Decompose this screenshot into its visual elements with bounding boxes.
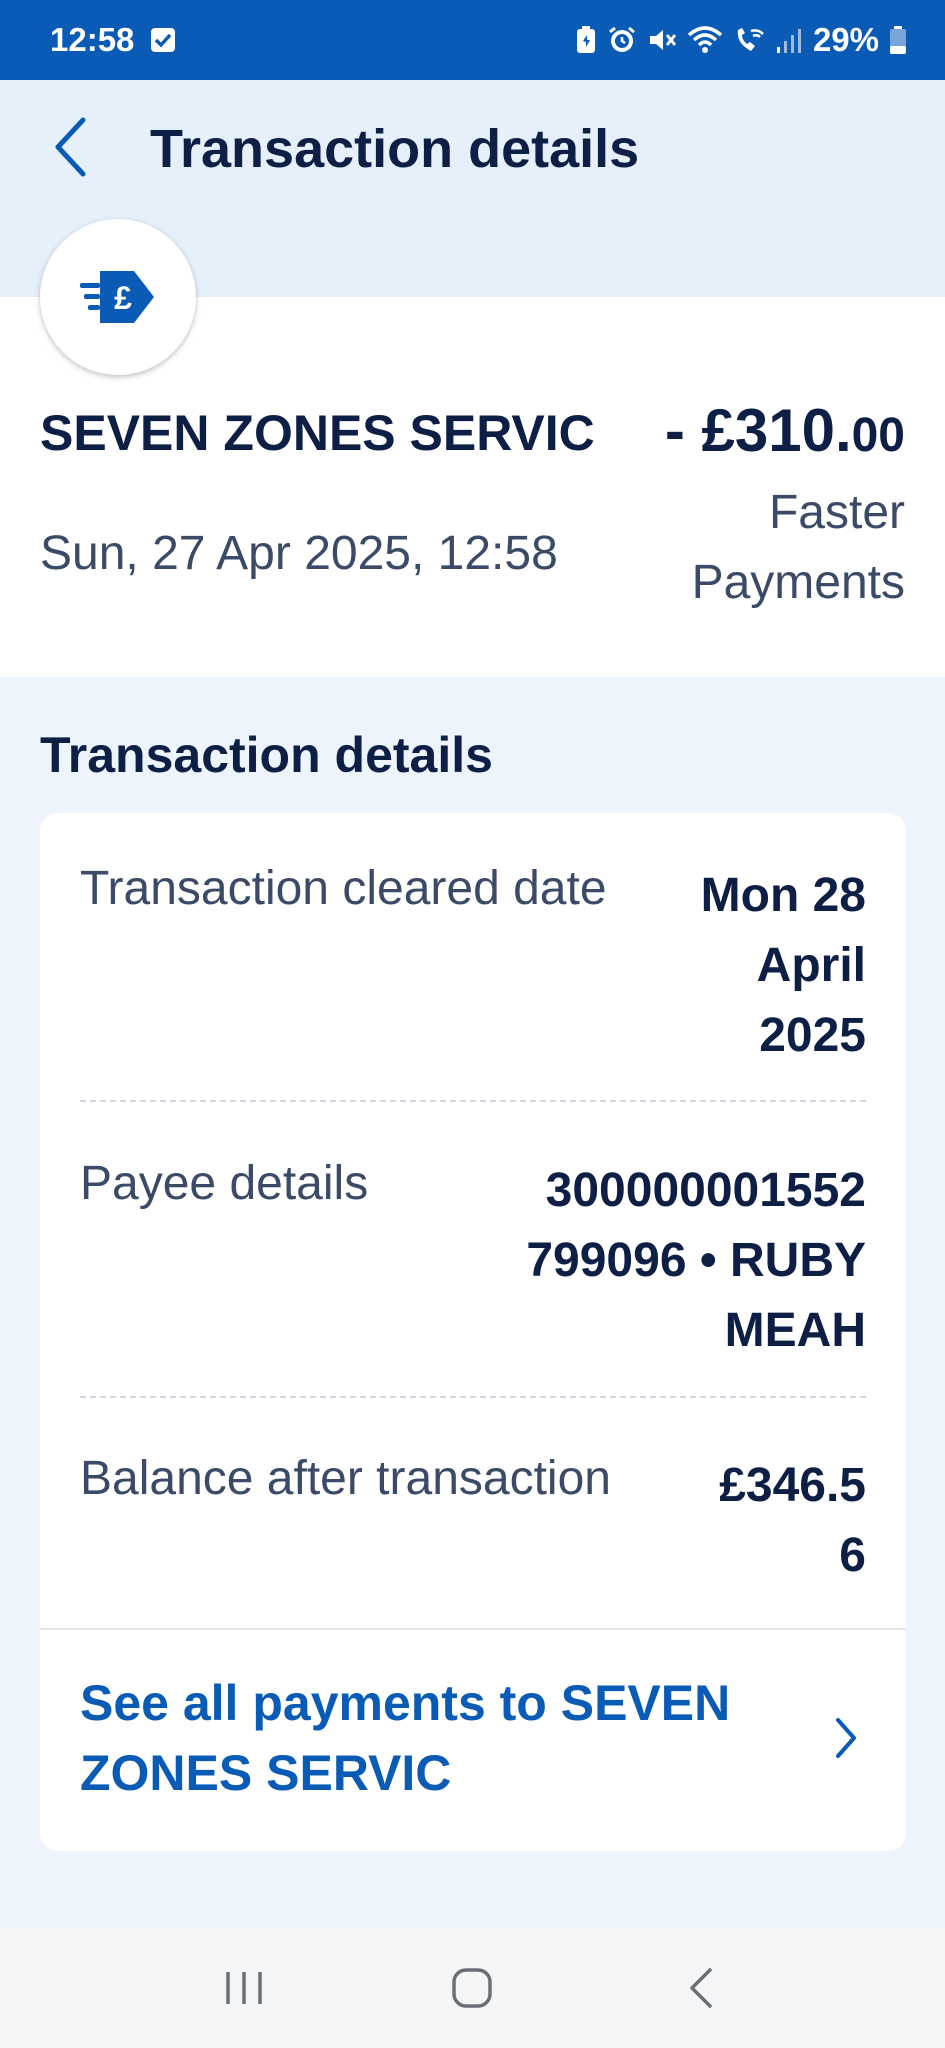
detail-row-payee: Payee details 300000001552 799096 • RUBY…: [80, 1156, 866, 1376]
amount-pence: 00: [851, 409, 905, 462]
details-section-title: Transaction details: [40, 727, 493, 783]
balance-label: Balance after transaction: [80, 1452, 611, 1505]
details-card: Transaction cleared date Mon 28 April 20…: [40, 813, 906, 1851]
mute-icon: [647, 25, 677, 55]
dashed-divider: [80, 1396, 866, 1398]
back-button[interactable]: [40, 112, 100, 182]
see-all-payments-text: See all payments to SEVEN ZONES SERVIC: [80, 1675, 731, 1801]
cleared-date-label: Transaction cleared date: [80, 862, 607, 915]
battery-percent: 29%: [812, 21, 879, 58]
check-notification-icon: [150, 27, 176, 53]
merchant-name: SEVEN ZONES SERVIC: [40, 405, 595, 461]
faster-payment-pound-icon: £: [80, 271, 154, 323]
cleared-date-value: Mon 28 April 2025: [700, 869, 866, 1062]
alarm-icon: [607, 25, 637, 55]
svg-text:£: £: [114, 280, 132, 316]
transaction-date: Sun, 27 Apr 2025, 12:58: [40, 527, 558, 580]
payee-label: Payee details: [80, 1157, 369, 1210]
status-bar: 12:58 29%: [0, 0, 945, 80]
battery-icon: [889, 25, 907, 55]
status-bar-right: 29%: [575, 21, 907, 59]
chevron-right-icon: [826, 1710, 866, 1766]
home-icon: [452, 1968, 493, 2008]
system-back-button[interactable]: [661, 1948, 741, 2028]
recent-apps-icon: [226, 1972, 262, 2004]
payee-value: 300000001552 799096 • RUBY MEAH: [526, 1164, 866, 1357]
home-button[interactable]: [432, 1948, 512, 2028]
battery-saver-icon: [575, 25, 597, 55]
recent-apps-button[interactable]: [204, 1948, 284, 2028]
card-divider: [40, 1628, 906, 1630]
back-icon: [690, 1968, 712, 2008]
wifi-call-icon: [733, 25, 765, 55]
merchant-logo: £: [40, 219, 196, 375]
balance-value: £346.56: [719, 1459, 866, 1582]
system-nav-bar: [0, 1928, 945, 2048]
transaction-amount: - £310.00: [665, 396, 905, 465]
detail-row-cleared-date: Transaction cleared date Mon 28 April 20…: [80, 861, 866, 1081]
detail-row-balance: Balance after transaction £346.56: [80, 1451, 866, 1611]
signal-icon: [775, 25, 803, 55]
wifi-icon: [687, 25, 723, 55]
see-all-payments-link[interactable]: See all payments to SEVEN ZONES SERVIC: [80, 1668, 866, 1808]
status-bar-left: 12:58: [50, 21, 176, 59]
page-title: Transaction details: [150, 119, 640, 179]
dashed-divider: [80, 1100, 866, 1102]
status-time: 12:58: [50, 21, 135, 58]
amount-main: - £310.: [664, 397, 852, 464]
payment-type: Faster Payments: [691, 486, 905, 609]
chevron-left-icon: [55, 117, 86, 177]
